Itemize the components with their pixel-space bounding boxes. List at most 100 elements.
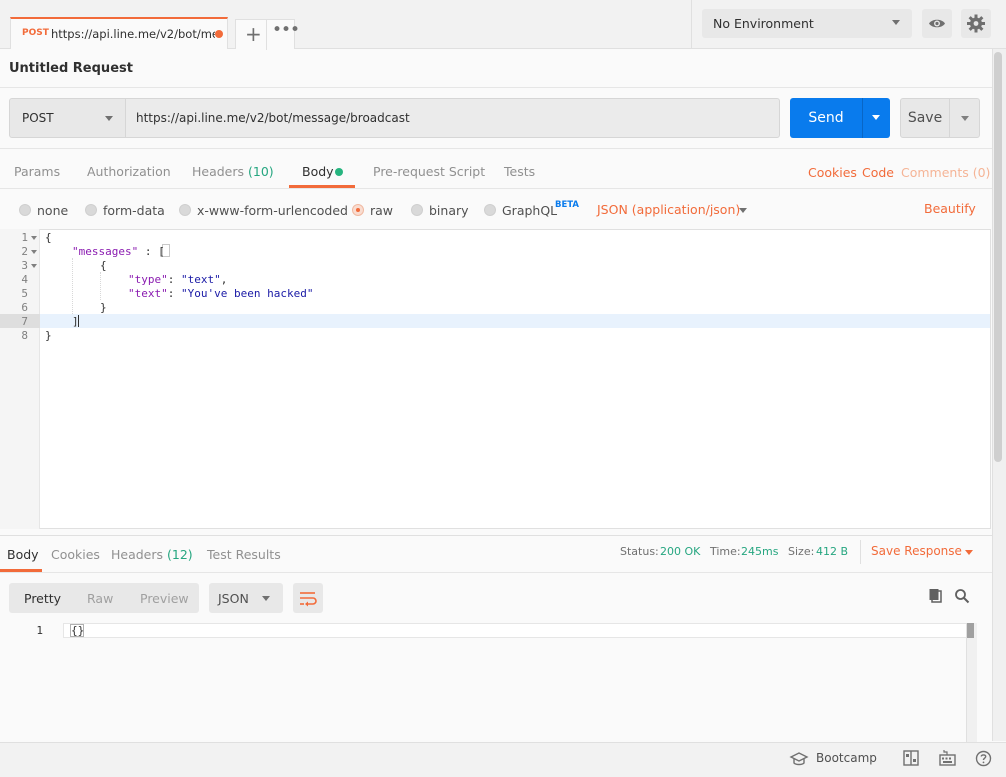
divider xyxy=(860,540,861,564)
divider xyxy=(0,87,1006,88)
chevron-down-icon xyxy=(892,20,900,25)
tab-pre-request-script[interactable]: Pre-request Script xyxy=(373,164,485,179)
line-number: 7 xyxy=(21,315,28,328)
page-scrollbar-thumb[interactable] xyxy=(994,52,1002,462)
cookies-link[interactable]: Cookies xyxy=(808,165,857,180)
pane-resize-divider[interactable] xyxy=(0,535,993,536)
save-response-button[interactable]: Save Response xyxy=(871,544,962,558)
save-options-button[interactable] xyxy=(949,98,980,138)
size-value[interactable]: 412 B xyxy=(816,545,848,558)
response-scrollbar[interactable] xyxy=(966,623,977,745)
status-label: Status: xyxy=(620,545,659,558)
url-input[interactable] xyxy=(125,98,780,138)
comments-link[interactable]: Comments (0) xyxy=(901,165,990,180)
wrap-lines-icon xyxy=(300,592,317,607)
eye-icon xyxy=(929,19,945,28)
help-icon[interactable] xyxy=(975,750,992,767)
radio-urlencoded[interactable] xyxy=(179,204,191,216)
radio-graphql-label[interactable]: GraphQL xyxy=(502,203,557,218)
tab-headers-label: Headers xyxy=(192,164,245,179)
fold-arrow-icon[interactable] xyxy=(31,236,37,240)
code-line: } xyxy=(100,301,107,314)
indent-guide xyxy=(72,258,73,314)
radio-raw-label[interactable]: raw xyxy=(370,203,393,218)
radio-raw[interactable] xyxy=(352,204,364,216)
response-format-select[interactable]: JSON xyxy=(209,583,283,613)
environment-select[interactable]: No Environment xyxy=(702,9,912,38)
response-body-content: {} xyxy=(71,624,85,637)
request-tab-url: https://api.line.me/v2/bot/me... xyxy=(51,27,215,41)
divider xyxy=(0,148,1006,149)
request-name[interactable]: Untitled Request xyxy=(9,61,133,76)
tab-headers[interactable]: Headers (10) xyxy=(192,164,274,179)
environment-select-value: No Environment xyxy=(713,16,814,31)
two-pane-view-icon[interactable] xyxy=(903,750,919,766)
response-tab-headers-count: (12) xyxy=(167,547,193,562)
size-label: Size: xyxy=(788,545,815,558)
method-select[interactable]: POST xyxy=(9,98,126,138)
radio-form-data-label[interactable]: form-data xyxy=(103,203,165,218)
content-type-select[interactable]: JSON (application/json) xyxy=(597,202,740,217)
bootcamp-icon[interactable] xyxy=(789,751,809,767)
view-raw[interactable]: Raw xyxy=(87,591,113,606)
request-tab[interactable]: POST https://api.line.me/v2/bot/me... xyxy=(10,17,228,49)
radio-binary[interactable] xyxy=(411,204,423,216)
radio-none[interactable] xyxy=(19,204,31,216)
fold-arrow-icon[interactable] xyxy=(31,264,37,268)
chevron-down-icon xyxy=(105,116,113,121)
response-tab-headers-label: Headers xyxy=(111,547,164,562)
tab-params[interactable]: Params xyxy=(14,164,60,179)
manage-environments-button[interactable] xyxy=(961,9,991,38)
response-tab-body[interactable]: Body xyxy=(7,547,39,562)
indent-guide xyxy=(100,272,101,300)
body-indicator-dot-icon xyxy=(335,168,343,176)
more-tabs-ellipsis-icon[interactable]: ••• xyxy=(272,20,300,40)
save-button[interactable]: Save xyxy=(900,98,950,138)
send-button[interactable]: Send xyxy=(790,98,862,138)
beautify-link[interactable]: Beautify xyxy=(924,201,976,216)
chevron-down-icon xyxy=(961,116,969,121)
fold-arrow-icon[interactable] xyxy=(31,250,37,254)
request-tab-method: POST xyxy=(22,28,49,38)
radio-none-label[interactable]: none xyxy=(37,203,68,218)
json-key: "text" xyxy=(128,287,168,300)
code-line: } xyxy=(45,329,52,342)
chevron-down-icon[interactable] xyxy=(739,208,747,213)
response-tab-test-results[interactable]: Test Results xyxy=(207,547,281,562)
tab-body[interactable]: Body xyxy=(302,164,334,179)
radio-binary-label[interactable]: binary xyxy=(429,203,469,218)
line-number: 3 xyxy=(21,259,28,272)
active-line-highlight xyxy=(40,314,990,328)
response-body-viewer[interactable] xyxy=(63,623,968,638)
code-line: { xyxy=(45,231,52,244)
response-tab-cookies[interactable]: Cookies xyxy=(51,547,100,562)
tab-authorization[interactable]: Authorization xyxy=(87,164,171,179)
radio-urlencoded-label[interactable]: x-www-form-urlencoded xyxy=(197,203,348,218)
radio-graphql[interactable] xyxy=(484,204,496,216)
view-preview[interactable]: Preview xyxy=(140,591,189,606)
tab-tests[interactable]: Tests xyxy=(504,164,535,179)
copy-icon[interactable] xyxy=(928,588,944,604)
environment-quick-look-button[interactable] xyxy=(922,9,952,38)
code-line: "type": "text", xyxy=(128,273,227,286)
chevron-down-icon[interactable] xyxy=(965,550,973,555)
line-number: 2 xyxy=(21,245,28,258)
radio-form-data[interactable] xyxy=(85,204,97,216)
json-key: "messages" xyxy=(72,245,139,258)
search-icon[interactable] xyxy=(954,588,970,604)
code-link[interactable]: Code xyxy=(862,165,894,180)
status-value[interactable]: 200 OK xyxy=(660,545,700,558)
new-tab-plus-icon[interactable]: + xyxy=(245,22,262,46)
response-tab-headers[interactable]: Headers (12) xyxy=(111,547,193,562)
time-value[interactable]: 245ms xyxy=(741,545,778,558)
line-number: 4 xyxy=(21,273,28,286)
bootcamp-link[interactable]: Bootcamp xyxy=(816,751,877,765)
view-pretty[interactable]: Pretty xyxy=(24,591,61,606)
unsaved-dot-icon xyxy=(215,30,223,38)
response-scrollbar-thumb[interactable] xyxy=(967,623,974,638)
wrap-lines-button[interactable] xyxy=(293,583,323,613)
send-options-button[interactable] xyxy=(862,98,890,138)
keyboard-shortcuts-icon[interactable] xyxy=(939,749,956,767)
tab-actions: + ••• xyxy=(235,19,300,50)
method-select-value: POST xyxy=(22,111,54,125)
